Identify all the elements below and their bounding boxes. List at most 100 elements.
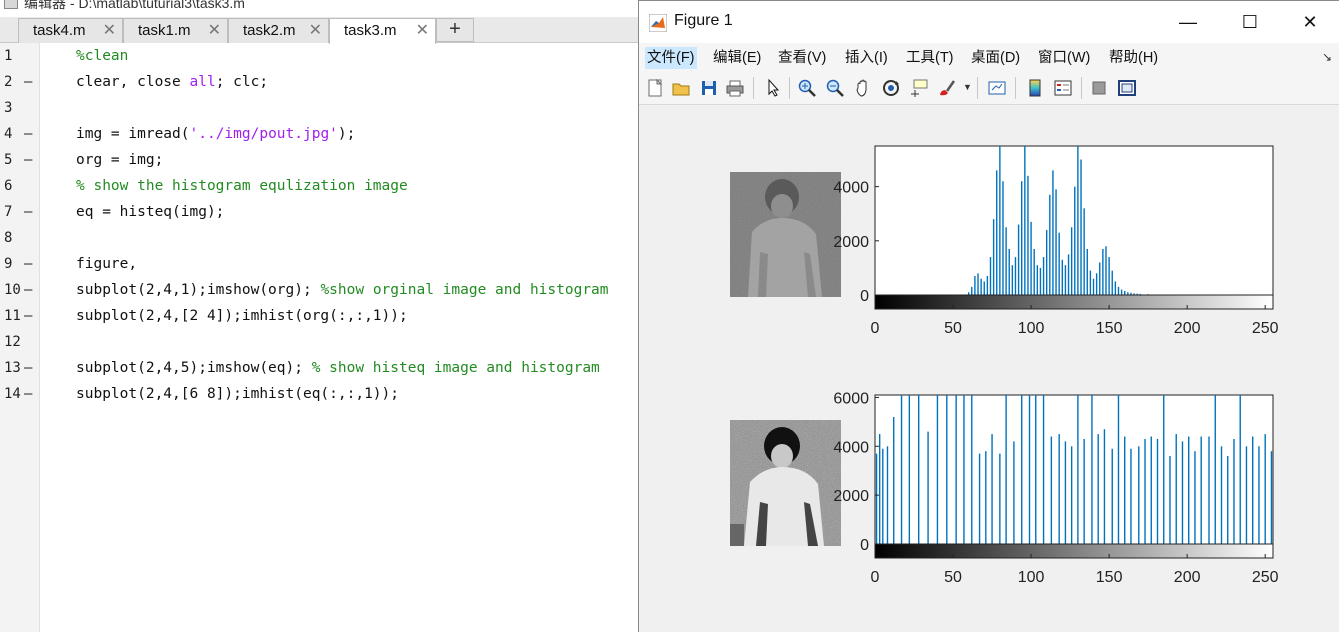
figure-canvas[interactable]: 0 50 100 150 200 250 0 2000 4000 0 50 100 150 200 250 0…	[639, 106, 1339, 632]
brush-icon[interactable]	[937, 78, 957, 98]
close-tab-icon[interactable]: ✕	[103, 19, 116, 42]
line-number: 5—	[4, 152, 33, 168]
zoom-in-icon[interactable]	[797, 78, 817, 98]
figure-toolbar: ▼	[639, 71, 1339, 105]
menu-desktop[interactable]: 桌面(D)	[969, 47, 1022, 69]
histogram-axes-2	[874, 394, 1274, 545]
grayscale-colorbar	[874, 543, 1274, 559]
y-tick-label: 4000	[833, 180, 869, 197]
save-icon[interactable]	[699, 78, 719, 98]
menu-window[interactable]: 窗口(W)	[1036, 47, 1092, 69]
editor-tab-bar: task4.m ✕ task1.m ✕ task2.m ✕ task3.m ✕ …	[0, 17, 640, 44]
x-tick-label: 50	[944, 320, 962, 337]
histogram-charts: 0 50 100 150 200 250 0 2000 4000 0 50 100 150 200 250 0…	[833, 145, 1279, 586]
code-line-6: % show the histogram equlization image	[76, 178, 408, 194]
menu-help[interactable]: 帮助(H)	[1107, 47, 1160, 69]
y-tick-label: 2000	[833, 234, 869, 251]
line-number: 13—	[4, 360, 33, 376]
line-number: 4—	[4, 126, 33, 142]
editor-title-bar: 编辑器 - D:\matlab\tuturial3\task3.m	[0, 0, 640, 12]
brush-dropdown-icon[interactable]: ▼	[963, 82, 972, 92]
x-tick-label: 250	[1252, 569, 1279, 586]
tab-task4[interactable]: task4.m ✕	[18, 18, 123, 43]
show-plot-tools-icon[interactable]	[1117, 78, 1137, 98]
new-figure-icon[interactable]	[645, 78, 665, 98]
close-button[interactable]: ✕	[1287, 7, 1333, 37]
x-tick-label: 200	[1174, 320, 1201, 337]
y-tick-label: 0	[860, 537, 869, 554]
menu-insert[interactable]: 插入(I)	[843, 47, 890, 69]
maximize-button[interactable]: ☐	[1227, 7, 1273, 37]
line-number: 8	[4, 230, 13, 246]
colorbar-icon[interactable]	[1025, 78, 1045, 98]
tab-label: task2.m	[243, 22, 296, 39]
menu-edit[interactable]: 编辑(E)	[711, 47, 763, 69]
y-tick-label: 0	[860, 288, 869, 305]
line-number: 3	[4, 100, 13, 116]
menu-file[interactable]: 文件(F)	[645, 47, 697, 69]
y-tick-label: 4000	[833, 439, 869, 456]
x-tick-label: 100	[1018, 320, 1045, 337]
editor-window: 编辑器 - D:\matlab\tuturial3\task3.m task4.…	[0, 0, 640, 632]
close-tab-icon[interactable]: ✕	[416, 19, 429, 42]
link-icon[interactable]	[987, 78, 1007, 98]
code-line-1: %clean	[76, 48, 129, 64]
open-icon[interactable]	[671, 78, 691, 98]
line-number: 1	[4, 48, 13, 64]
figure-menu-bar: 文件(F) 编辑(E) 查看(V) 插入(I) 工具(T) 桌面(D) 窗口(W…	[639, 43, 1339, 71]
line-number: 12	[4, 334, 21, 350]
code-line-13: subplot(2,4,5);imshow(eq); % show histeq…	[76, 360, 600, 376]
close-tab-icon[interactable]: ✕	[309, 19, 322, 42]
y-tick-label: 6000	[833, 390, 869, 407]
menu-tools[interactable]: 工具(T)	[904, 47, 956, 69]
x-tick-label: 200	[1174, 569, 1201, 586]
code-line-4: img = imread('../img/pout.jpg');	[76, 126, 356, 142]
tab-label: task4.m	[33, 22, 86, 39]
code-line-14: subplot(2,4,[6 8]);imhist(eq(:,:,1));	[76, 386, 400, 402]
tab-label: task1.m	[138, 22, 191, 39]
x-tick-label: 100	[1018, 569, 1045, 586]
editor-app-icon	[4, 0, 18, 9]
rotate-icon[interactable]	[881, 78, 901, 98]
x-tick-label: 250	[1252, 320, 1279, 337]
hide-plot-tools-icon[interactable]	[1089, 78, 1109, 98]
menu-view[interactable]: 查看(V)	[776, 47, 828, 69]
legend-icon[interactable]	[1053, 78, 1073, 98]
grayscale-colorbar	[874, 294, 1274, 310]
figure-window: Figure 1 — ☐ ✕ 文件(F) 编辑(E) 查看(V) 插入(I) 工…	[638, 0, 1339, 632]
figure-title: Figure 1	[674, 12, 733, 29]
x-tick-label: 50	[944, 569, 962, 586]
pan-icon[interactable]	[853, 78, 873, 98]
tab-task1[interactable]: task1.m ✕	[123, 18, 228, 43]
y-tick-label: 2000	[833, 488, 869, 505]
code-line-11: subplot(2,4,[2 4]);imhist(org(:,:,1));	[76, 308, 408, 324]
line-number: 9—	[4, 256, 33, 272]
matlab-logo-icon	[649, 14, 667, 32]
data-cursor-icon[interactable]	[909, 78, 929, 98]
x-tick-label: 150	[1096, 569, 1123, 586]
editor-title: 编辑器 - D:\matlab\tuturial3\task3.m	[24, 0, 245, 11]
line-number: 11—	[4, 308, 33, 324]
code-line-9: figure,	[76, 256, 138, 272]
add-tab-button[interactable]: +	[436, 18, 474, 42]
pointer-icon[interactable]	[763, 78, 783, 98]
tab-label: task3.m	[344, 22, 397, 39]
code-line-5: org = img;	[76, 152, 164, 168]
close-tab-icon[interactable]: ✕	[208, 19, 221, 42]
histogram-axes-1	[874, 145, 1274, 296]
tab-task2[interactable]: task2.m ✕	[228, 18, 329, 43]
line-number: 7—	[4, 204, 33, 220]
print-icon[interactable]	[725, 78, 745, 98]
line-number: 2—	[4, 74, 33, 90]
line-number: 10—	[4, 282, 33, 298]
x-tick-label: 0	[871, 569, 880, 586]
x-tick-label: 0	[871, 320, 880, 337]
line-number: 6	[4, 178, 13, 194]
undock-arrow-icon[interactable]: ↘	[1322, 50, 1332, 64]
tab-task3[interactable]: task3.m ✕	[329, 18, 436, 44]
code-line-2: clear, close all; clc;	[76, 74, 269, 90]
zoom-out-icon[interactable]	[825, 78, 845, 98]
figure-title-bar: Figure 1 — ☐ ✕	[639, 1, 1339, 43]
minimize-button[interactable]: —	[1165, 7, 1211, 37]
x-tick-label: 150	[1096, 320, 1123, 337]
